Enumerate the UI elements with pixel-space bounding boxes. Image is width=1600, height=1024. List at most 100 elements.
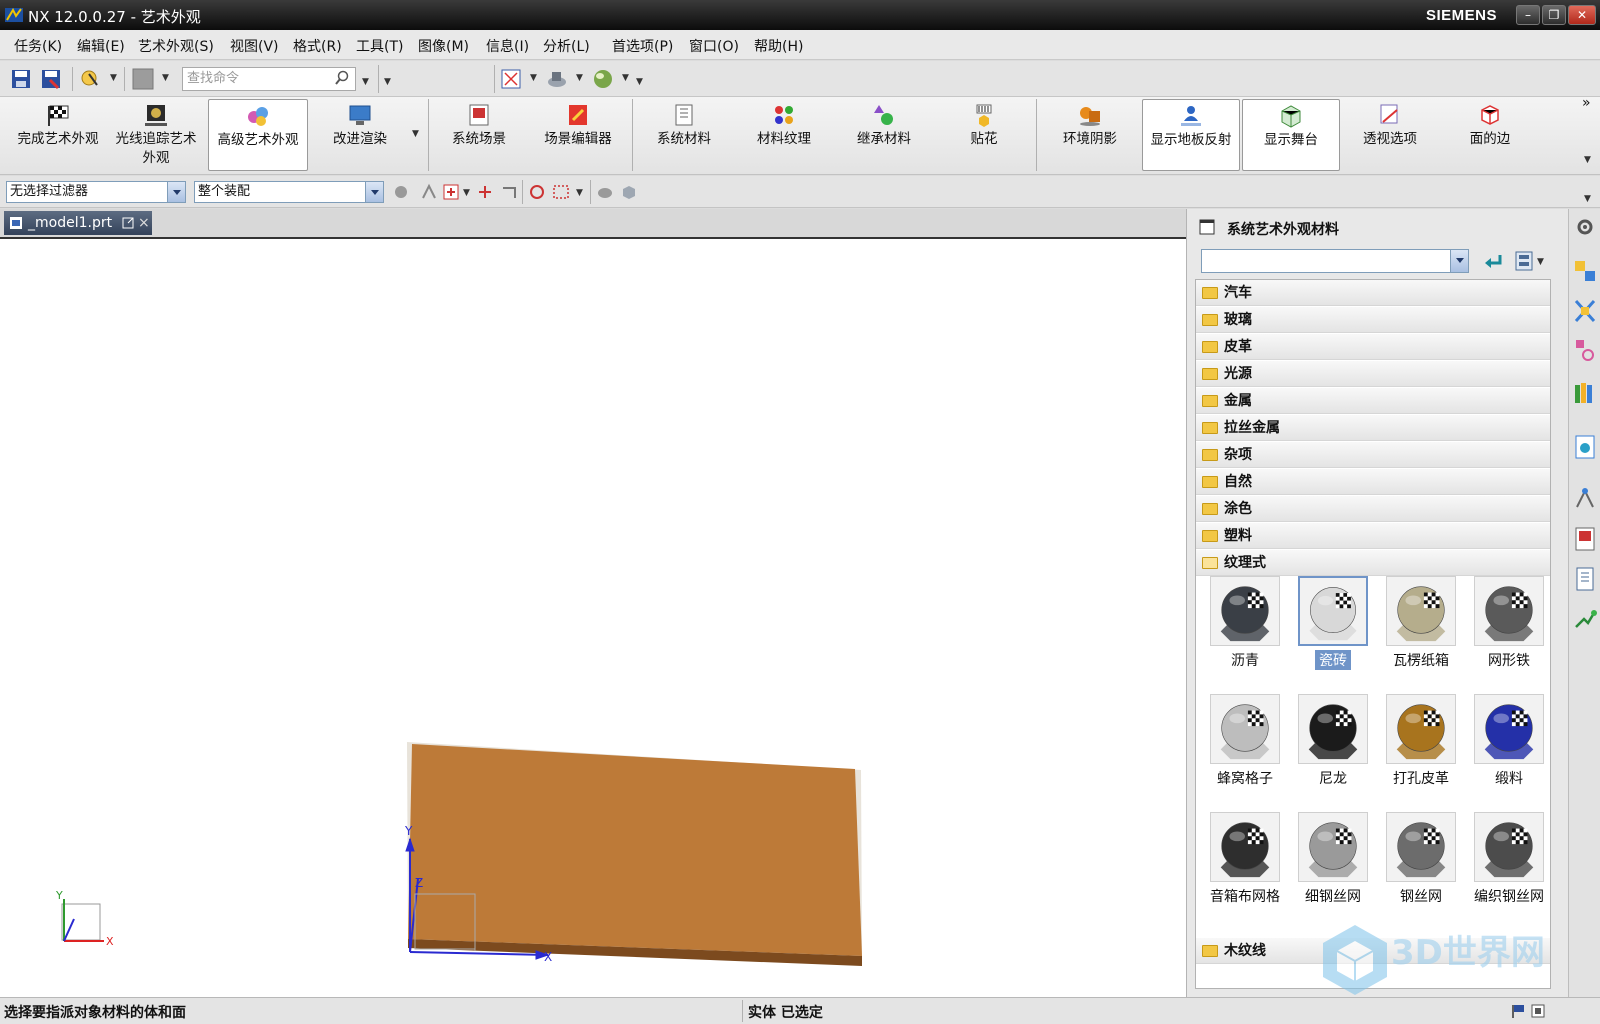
- menu-studio[interactable]: 艺术外观(S): [138, 36, 214, 56]
- material-dropdown-icon[interactable]: ▼: [622, 73, 629, 83]
- menu-help[interactable]: 帮助(H): [754, 36, 803, 56]
- show-stage-button[interactable]: 显示舞台: [1242, 99, 1340, 171]
- material-swatch[interactable]: 瓦楞纸箱: [1378, 576, 1464, 670]
- menu-image[interactable]: 图像(M): [418, 36, 469, 56]
- full-screen-icon[interactable]: [1530, 1003, 1546, 1019]
- menu-edit[interactable]: 编辑(E): [77, 36, 125, 56]
- menu-tools[interactable]: 工具(T): [356, 36, 403, 56]
- material-path-select[interactable]: [1201, 249, 1469, 273]
- assembly-navigator-icon[interactable]: [1572, 257, 1598, 285]
- filter-settings-icon[interactable]: [392, 183, 410, 201]
- menu-task[interactable]: 任务(K): [14, 36, 62, 56]
- model-canvas[interactable]: Y Z X Y X: [0, 239, 1186, 997]
- menu-info[interactable]: 信息(I): [486, 36, 529, 56]
- toolbar-more-icon[interactable]: ▼: [636, 77, 643, 87]
- gray-swatch-icon[interactable]: [132, 68, 154, 90]
- improve-render-button[interactable]: 改进渲染: [312, 99, 408, 171]
- category-light-source[interactable]: 光源: [1196, 361, 1550, 387]
- minimize-button[interactable]: –: [1516, 5, 1540, 25]
- scope-select[interactable]: 整个装配: [194, 181, 384, 203]
- quick-pick-icon[interactable]: [500, 183, 518, 201]
- select-dropdown-icon[interactable]: ▼: [110, 73, 117, 83]
- fit-dropdown-icon[interactable]: ▼: [530, 73, 537, 83]
- select-dropdown-icon[interactable]: ▼: [463, 188, 470, 198]
- material-swatch[interactable]: 沥青: [1202, 576, 1288, 670]
- point-snap-icon[interactable]: [476, 183, 494, 201]
- part-top-face[interactable]: [408, 744, 862, 956]
- view-mode-icon[interactable]: [1515, 251, 1533, 271]
- filterbar-options-icon[interactable]: ▼: [1584, 194, 1591, 204]
- system-material-resource-icon[interactable]: [1572, 565, 1598, 593]
- rect-dropdown-icon[interactable]: ▼: [576, 188, 583, 198]
- material-swatch[interactable]: 编织钢丝网: [1466, 812, 1550, 906]
- panel-window-icon[interactable]: [1199, 219, 1215, 235]
- category-glass[interactable]: 玻璃: [1196, 307, 1550, 333]
- material-sphere-icon[interactable]: [592, 68, 614, 90]
- scene-editor-button[interactable]: 场景编辑器: [530, 99, 626, 171]
- search-dropdown-icon[interactable]: ▼: [362, 77, 369, 87]
- ambient-shadow-button[interactable]: 环境阴影: [1040, 99, 1140, 171]
- floor-reflection-button[interactable]: 显示地板反射: [1142, 99, 1240, 171]
- chevron-down-icon[interactable]: [167, 182, 185, 202]
- menu-preferences[interactable]: 首选项(P): [612, 36, 673, 56]
- system-scene-button[interactable]: 系统场景: [432, 99, 526, 171]
- menu-view[interactable]: 视图(V): [230, 36, 279, 56]
- material-swatch[interactable]: 音箱布网格: [1202, 812, 1288, 906]
- inherit-material-button[interactable]: 继承材料: [836, 99, 932, 171]
- category-leather[interactable]: 皮革: [1196, 334, 1550, 360]
- ribbon-options-icon[interactable]: ▼: [1584, 155, 1591, 165]
- perspective-options-button[interactable]: 透视选项: [1342, 99, 1438, 171]
- history-icon[interactable]: [1572, 485, 1598, 513]
- material-swatch[interactable]: 打孔皮革: [1378, 694, 1464, 788]
- close-button[interactable]: ✕: [1568, 5, 1596, 25]
- material-texture-button[interactable]: 材料纹理: [736, 99, 832, 171]
- menu-format[interactable]: 格式(R): [293, 36, 342, 56]
- category-nature[interactable]: 自然: [1196, 469, 1550, 495]
- part-navigator-icon[interactable]: [1572, 337, 1598, 365]
- category-brushed-metal[interactable]: 拉丝金属: [1196, 415, 1550, 441]
- web-browser-icon[interactable]: [1572, 433, 1598, 461]
- category-misc[interactable]: 杂项: [1196, 442, 1550, 468]
- graphics-viewport[interactable]: Y Z X Y X: [0, 237, 1186, 997]
- flag-status-icon[interactable]: [1510, 1003, 1526, 1019]
- save-as-icon[interactable]: [40, 68, 62, 90]
- view-mode-dropdown-icon[interactable]: ▼: [1537, 257, 1544, 267]
- category-paint[interactable]: 涂色: [1196, 496, 1550, 522]
- reuse-library-icon[interactable]: [1572, 379, 1598, 407]
- save-icon[interactable]: [10, 68, 32, 90]
- category-textured[interactable]: 纹理式: [1196, 550, 1550, 576]
- select-tool-icon[interactable]: [80, 68, 102, 90]
- constraint-navigator-icon[interactable]: [1572, 297, 1598, 325]
- category-plastic[interactable]: 塑料: [1196, 523, 1550, 549]
- system-material-button[interactable]: 系统材料: [636, 99, 732, 171]
- rectangle-select-icon[interactable]: [552, 183, 570, 201]
- ribbon-more-button[interactable]: »: [1582, 95, 1591, 111]
- material-swatch[interactable]: 蜂窝格子: [1202, 694, 1288, 788]
- decal-button[interactable]: 贴花: [936, 99, 1032, 171]
- menu-window[interactable]: 窗口(O): [689, 36, 739, 56]
- menu-analysis[interactable]: 分析(L): [543, 36, 590, 56]
- material-swatch[interactable]: 尼龙: [1290, 694, 1376, 788]
- snap-icon[interactable]: [420, 183, 438, 201]
- category-automotive[interactable]: 汽车: [1196, 280, 1550, 306]
- search-icon[interactable]: [334, 70, 350, 86]
- advanced-studio-button[interactable]: 高级艺术外观: [208, 99, 308, 171]
- swatch-dropdown-icon[interactable]: ▼: [162, 73, 169, 83]
- solid-select-icon[interactable]: [620, 183, 638, 201]
- toolbar-options-icon[interactable]: ▼: [384, 77, 391, 87]
- system-scene-resource-icon[interactable]: [1572, 525, 1598, 553]
- render-dropdown-icon[interactable]: ▼: [576, 73, 583, 83]
- face-edges-button[interactable]: 面的边: [1442, 99, 1538, 171]
- material-swatch[interactable]: 瓷砖: [1290, 576, 1376, 670]
- type-filter-select[interactable]: 无选择过滤器: [6, 181, 186, 203]
- select-all-icon[interactable]: [442, 183, 460, 201]
- finish-studio-button[interactable]: 完成艺术外观: [8, 99, 108, 171]
- material-swatch[interactable]: 缎料: [1466, 694, 1550, 788]
- ray-trace-button[interactable]: 光线追踪艺术外观: [108, 99, 204, 171]
- chevron-down-icon[interactable]: [1450, 250, 1468, 272]
- category-metal[interactable]: 金属: [1196, 388, 1550, 414]
- body-select-icon[interactable]: [596, 183, 614, 201]
- gear-icon[interactable]: [1572, 213, 1598, 241]
- back-arrow-icon[interactable]: [1483, 253, 1503, 269]
- render-style-icon[interactable]: [546, 68, 568, 90]
